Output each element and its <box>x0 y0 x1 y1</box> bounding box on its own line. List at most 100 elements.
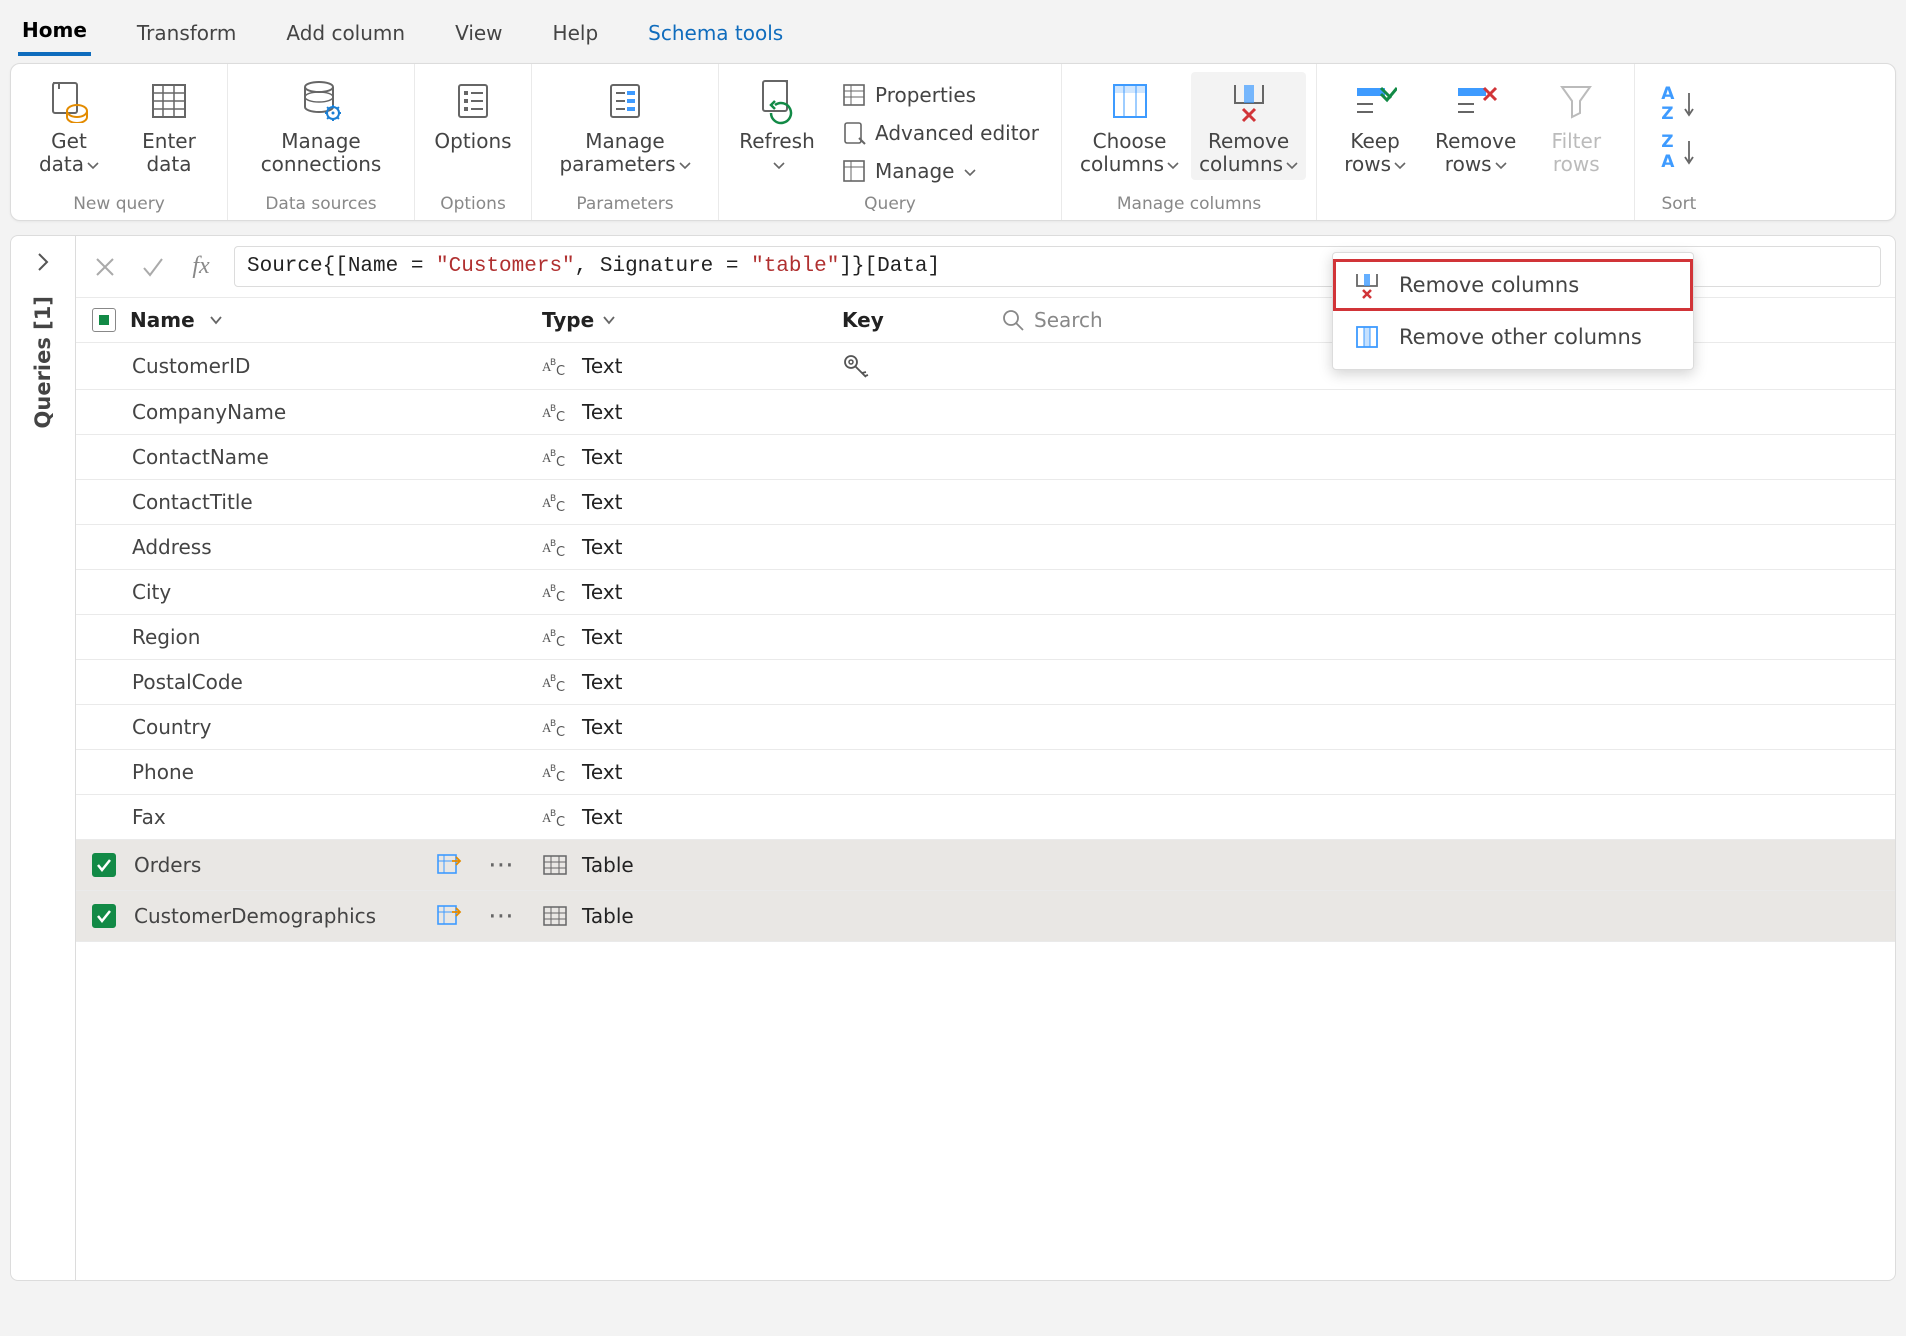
expand-icon[interactable] <box>436 853 462 877</box>
group-label-reduce-rows <box>1317 192 1634 220</box>
svg-text:C: C <box>556 500 565 513</box>
column-row[interactable]: RegionABCText <box>76 615 1895 660</box>
dropdown-remove-columns[interactable]: Remove columns <box>1333 259 1693 311</box>
column-name: Fax <box>132 805 166 829</box>
column-row[interactable]: CityABCText <box>76 570 1895 615</box>
type-label: Text <box>582 445 622 469</box>
column-row[interactable]: CompanyNameABCText <box>76 390 1895 435</box>
select-all-checkbox[interactable] <box>92 308 116 332</box>
get-data-button[interactable]: Getdata <box>21 72 117 180</box>
type-label: Text <box>582 805 622 829</box>
column-row[interactable]: Fax ABC Text <box>76 795 1895 840</box>
group-data-sources: Manageconnections Data sources <box>228 64 415 220</box>
advanced-editor-button[interactable]: Advanced editor <box>833 116 1047 150</box>
svg-text:C: C <box>556 590 565 603</box>
svg-text:C: C <box>556 635 565 648</box>
more-icon[interactable]: ⋯ <box>480 850 522 880</box>
header-type[interactable]: Type <box>542 308 822 332</box>
cancel-formula-button[interactable] <box>90 252 120 282</box>
column-row[interactable]: CustomerDemographics⋯Table <box>76 891 1895 942</box>
more-icon[interactable]: ⋯ <box>480 901 522 931</box>
type-label: Text <box>582 760 622 784</box>
enter-data-button[interactable]: Enterdata <box>121 72 217 180</box>
search-input[interactable]: Search <box>1002 308 1103 332</box>
properties-button[interactable]: Properties <box>833 78 1047 112</box>
group-parameters: Manageparameters Parameters <box>532 64 719 220</box>
manage-parameters-button[interactable]: Manageparameters <box>542 72 708 180</box>
svg-text:C: C <box>556 410 565 423</box>
keep-rows-button[interactable]: Keeprows <box>1327 72 1423 180</box>
type-label: Table <box>582 904 634 928</box>
dropdown-remove-other-columns[interactable]: Remove other columns <box>1333 311 1693 363</box>
choose-columns-button[interactable]: Choosecolumns <box>1072 72 1187 180</box>
sort-asc-button[interactable]: AZ <box>1655 82 1702 126</box>
column-name: PostalCode <box>132 670 243 694</box>
type-label: Text <box>582 625 622 649</box>
queries-label[interactable]: Queries [1] <box>31 296 55 428</box>
type-label: Text <box>582 490 622 514</box>
refresh-label: Refresh <box>739 130 815 176</box>
column-row[interactable]: PostalCodeABCText <box>76 660 1895 705</box>
enter-data-icon <box>147 76 191 126</box>
group-label-data-sources: Data sources <box>228 192 414 220</box>
column-row[interactable]: Phone ABC Text <box>76 750 1895 795</box>
text-type-icon: ABC <box>542 355 568 377</box>
options-button[interactable]: Options <box>425 72 521 157</box>
group-reduce-rows: Keeprows Removerows Filterrows <box>1317 64 1635 220</box>
remove-rows-label: Removerows <box>1435 130 1516 176</box>
queries-sidebar: Queries [1] <box>10 235 76 1281</box>
text-type-icon: ABC <box>542 401 568 423</box>
enter-data-label: Enterdata <box>142 130 196 176</box>
header-name[interactable]: Name <box>92 308 522 332</box>
column-name: Phone <box>132 760 194 784</box>
svg-text:C: C <box>556 545 565 558</box>
workspace: Queries [1] fx Source{[Name = "Customers… <box>10 235 1896 1281</box>
column-name: CustomerID <box>132 354 250 378</box>
choose-columns-icon <box>1108 76 1152 126</box>
tab-help[interactable]: Help <box>549 13 603 55</box>
fx-icon[interactable]: fx <box>186 252 216 282</box>
column-row[interactable]: ContactNameABCText <box>76 435 1895 480</box>
dropdown-remove-columns-label: Remove columns <box>1399 273 1579 297</box>
manage-connections-button[interactable]: Manageconnections <box>238 72 404 180</box>
tab-transform[interactable]: Transform <box>133 13 240 55</box>
options-label: Options <box>434 130 511 153</box>
row-checkbox[interactable] <box>92 853 116 877</box>
manage-button[interactable]: Manage <box>833 154 1047 188</box>
tab-schema-tools[interactable]: Schema tools <box>644 13 787 55</box>
column-name: CompanyName <box>132 400 286 424</box>
sort-desc-button[interactable]: ZA <box>1655 130 1702 174</box>
commit-formula-button[interactable] <box>138 252 168 282</box>
expand-queries-button[interactable] <box>28 246 58 278</box>
text-type-icon: ABC <box>542 761 568 783</box>
refresh-icon <box>753 76 801 126</box>
text-type-icon: ABC <box>542 716 568 738</box>
remove-other-columns-small-icon <box>1353 323 1381 351</box>
text-type-icon: ABC <box>542 626 568 648</box>
row-checkbox[interactable] <box>92 904 116 928</box>
remove-columns-button[interactable]: Removecolumns <box>1191 72 1306 180</box>
column-name: ContactTitle <box>132 490 253 514</box>
dropdown-remove-other-columns-label: Remove other columns <box>1399 325 1642 349</box>
column-row[interactable]: Orders⋯Table <box>76 840 1895 891</box>
manage-connections-label: Manageconnections <box>261 130 382 176</box>
expand-icon[interactable] <box>436 904 462 928</box>
tab-view[interactable]: View <box>451 13 506 55</box>
text-type-icon: ABC <box>542 806 568 828</box>
column-row[interactable]: CountryABCText <box>76 705 1895 750</box>
type-label: Text <box>582 580 622 604</box>
options-icon <box>451 76 495 126</box>
manage-label: Manage <box>875 159 976 183</box>
column-row[interactable]: AddressABCText <box>76 525 1895 570</box>
ribbon: Getdata Enterdata New query Manageconnec… <box>10 63 1896 221</box>
refresh-button[interactable]: Refresh <box>729 72 825 180</box>
header-key: Key <box>842 308 982 332</box>
type-label: Table <box>582 853 634 877</box>
tab-add-column[interactable]: Add column <box>282 13 409 55</box>
remove-rows-button[interactable]: Removerows <box>1427 72 1524 180</box>
keep-rows-icon <box>1353 76 1397 126</box>
filter-rows-button[interactable]: Filterrows <box>1528 72 1624 180</box>
tab-home[interactable]: Home <box>18 10 91 56</box>
column-row[interactable]: ContactTitleABCText <box>76 480 1895 525</box>
text-type-icon: ABC <box>542 581 568 603</box>
